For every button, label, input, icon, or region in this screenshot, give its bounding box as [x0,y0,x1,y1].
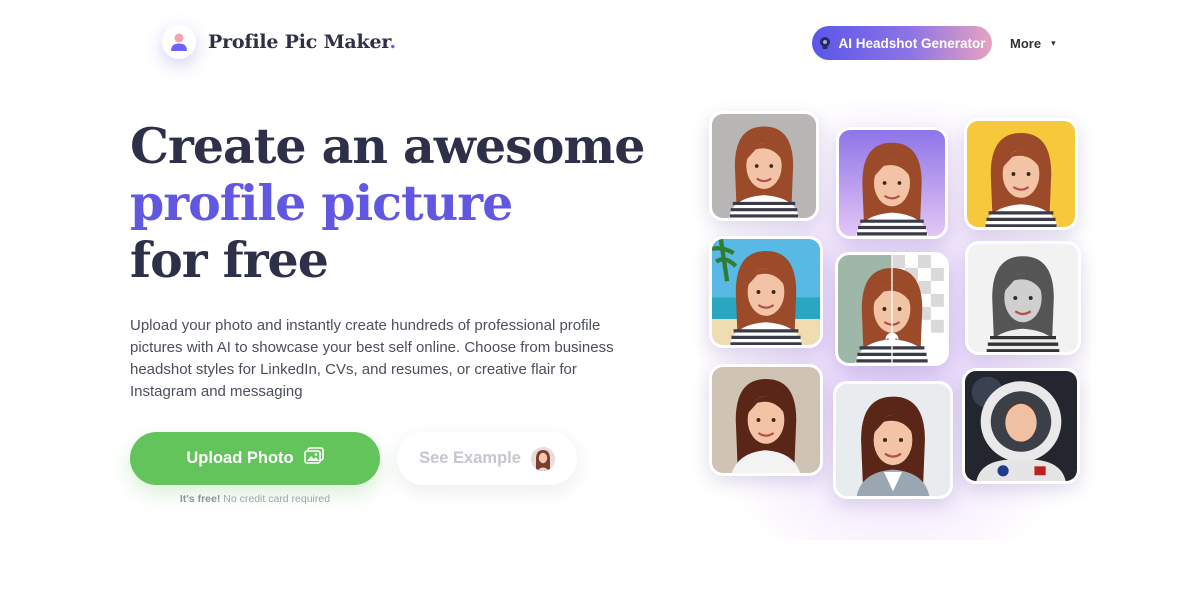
gallery-tile-black-and-white [965,241,1081,355]
brand-name: Profile Pic Maker. [208,31,396,53]
gallery-tile-astronaut [962,368,1080,484]
headline-line-1: Create an awesome [130,117,645,175]
ai-head-icon [818,36,832,50]
hero-headline: Create an awesome profile picture for fr… [130,117,645,289]
see-example-button[interactable]: See Example [397,432,577,485]
ai-headshot-label: AI Headshot Generator [838,35,986,51]
see-example-label: See Example [419,449,521,467]
hero-description: Upload your photo and instantly create h… [130,317,614,400]
headline-line-2: profile picture [130,174,513,232]
free-note: It's free! No credit card required [130,493,380,505]
example-avatar [530,446,555,471]
brand-logo[interactable]: Profile Pic Maker. [162,25,396,59]
upload-photo-button[interactable]: Upload Photo [130,432,380,485]
headline-line-3: for free [130,231,329,289]
more-menu[interactable]: More ▾ [1010,36,1056,51]
gallery-tile-color [964,118,1078,230]
gallery-tile-remove-background [835,252,949,366]
ai-headshot-generator-button[interactable]: AI Headshot Generator [812,26,992,60]
upload-photo-label: Upload Photo [186,449,294,467]
gallery-tile-portrait [709,364,823,476]
chevron-down-icon: ▾ [1051,38,1056,48]
note-rest: No credit card required [223,493,331,505]
more-label: More [1010,36,1042,51]
gallery-tile-cutout [836,127,948,239]
note-strong: It's free! [179,493,221,505]
gallery-tile-scene [709,236,823,348]
user-avatar-icon [162,25,196,59]
gallery-tile-business-headshot [833,381,953,499]
gallery-tile-original [709,111,819,221]
image-icon [303,447,324,470]
